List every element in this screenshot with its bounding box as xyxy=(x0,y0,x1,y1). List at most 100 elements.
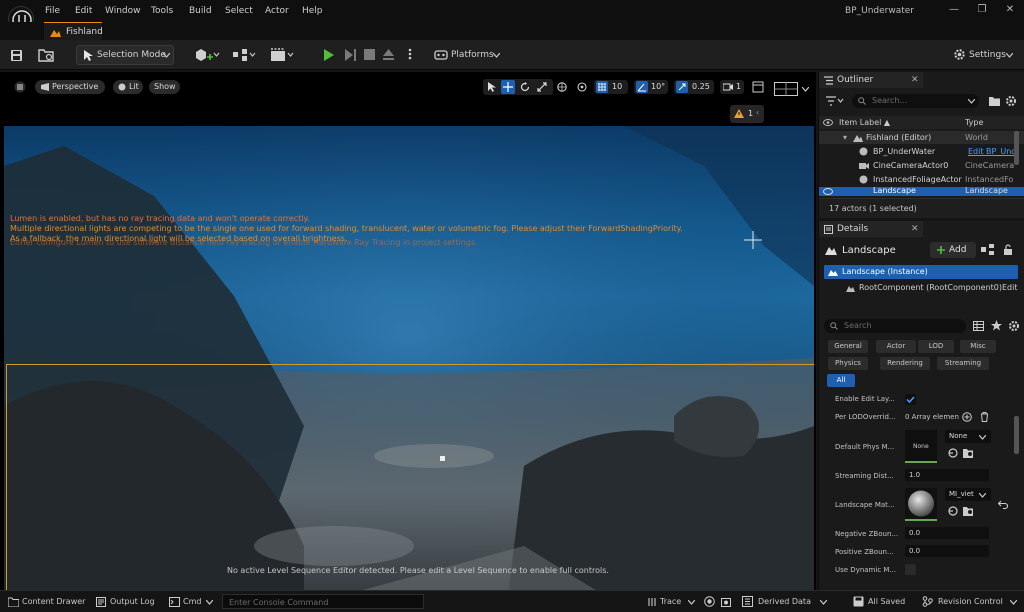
maximize-viewport-icon[interactable] xyxy=(752,81,764,93)
outliner-row-world[interactable]: ▾ Fishland (Editor) World xyxy=(819,131,1024,144)
filter-physics[interactable]: Physics xyxy=(828,357,868,370)
new-folder-icon[interactable] xyxy=(989,96,1000,106)
eject-icon[interactable] xyxy=(382,48,395,61)
more-options-icon[interactable] xyxy=(402,46,418,62)
play-icon[interactable] xyxy=(323,48,335,62)
menu-edit[interactable]: Edit xyxy=(75,6,92,16)
add-component-button[interactable]: Add xyxy=(930,242,976,258)
rotate-icon[interactable] xyxy=(520,82,530,92)
camera-speed-button[interactable]: 1 xyxy=(720,80,744,94)
details-settings-icon[interactable] xyxy=(1008,320,1020,332)
streaming-distance-input[interactable]: 1.0 xyxy=(905,469,989,481)
outliner-row-foliage[interactable]: InstancedFoliageActor InstancedFo xyxy=(819,173,1024,186)
outliner-row-bp-underwater[interactable]: BP_UnderWater Edit BP_Und xyxy=(819,145,1024,158)
menu-file[interactable]: File xyxy=(45,6,60,16)
column-type[interactable]: Type xyxy=(965,118,983,127)
use-selected-icon[interactable] xyxy=(948,448,958,458)
close-tab-icon[interactable]: ✕ xyxy=(911,224,919,234)
blueprint-icon[interactable] xyxy=(232,48,258,62)
filter-general[interactable]: General xyxy=(828,340,868,353)
surface-snap-icon[interactable] xyxy=(576,82,588,92)
show-button[interactable]: Show xyxy=(149,80,180,94)
root-component-row[interactable]: RootComponent (RootComponent0) Edit xyxy=(824,281,1018,295)
positive-z-bounds-input[interactable]: 0.0 xyxy=(905,545,989,557)
tab-fishland[interactable]: Fishland xyxy=(44,22,103,40)
viewport-menu-icon[interactable] xyxy=(14,81,26,93)
blueprint-convert-icon[interactable] xyxy=(981,244,995,255)
reset-to-default-icon[interactable] xyxy=(998,500,1008,509)
outliner-row-cinecamera[interactable]: CineCameraActor0 CineCamera xyxy=(819,159,1024,172)
column-item-label[interactable]: Item Label ▲ xyxy=(839,118,890,127)
filter-all[interactable]: All xyxy=(827,374,855,387)
outliner-settings-icon[interactable] xyxy=(1005,95,1017,107)
actor-name[interactable]: Landscape xyxy=(842,245,896,256)
root-edit-link[interactable]: Edit xyxy=(1002,283,1018,292)
menu-build[interactable]: Build xyxy=(189,6,212,16)
lit-button[interactable]: Lit xyxy=(113,80,143,94)
menu-tools[interactable]: Tools xyxy=(151,6,173,16)
trace-dropdown[interactable]: Trace xyxy=(660,597,681,606)
filter-misc[interactable]: Misc xyxy=(960,340,996,353)
perspective-button[interactable]: Perspective xyxy=(35,80,105,94)
grid-snap-toggle[interactable]: 10 xyxy=(594,80,628,94)
cmd-dropdown[interactable]: Cmd xyxy=(183,597,201,606)
property-matrix-icon[interactable] xyxy=(973,321,984,331)
add-actor-icon[interactable] xyxy=(194,48,220,62)
viewport-layout-icon[interactable] xyxy=(774,82,798,96)
browse-icon[interactable] xyxy=(963,448,974,458)
menu-window[interactable]: Window xyxy=(105,6,141,16)
filter-lod[interactable]: LOD xyxy=(918,340,954,353)
save-icon[interactable] xyxy=(10,49,23,62)
snapshot-icon[interactable] xyxy=(721,596,731,607)
filter-rendering[interactable]: Rendering xyxy=(880,357,930,370)
close-tab-icon[interactable]: ✕ xyxy=(911,75,919,85)
details-search-input[interactable]: Search xyxy=(824,319,966,333)
use-dynamic-material-checkbox[interactable] xyxy=(905,564,916,575)
outliner-scrollbar[interactable] xyxy=(1014,131,1019,165)
phys-material-thumbnail[interactable]: None xyxy=(905,430,937,463)
rotation-snap-toggle[interactable]: 10° xyxy=(634,80,668,94)
use-selected-icon[interactable] xyxy=(948,506,958,516)
content-browser-icon[interactable] xyxy=(38,48,54,62)
output-log-button[interactable]: Output Log xyxy=(110,597,155,606)
scale-icon[interactable] xyxy=(537,82,547,92)
underwater-scene[interactable]: Lumen is enabled, but has no ray tracing… xyxy=(4,126,814,590)
filter-streaming[interactable]: Streaming xyxy=(937,357,989,370)
tab-details[interactable]: Details ✕ xyxy=(819,221,923,237)
add-element-icon[interactable] xyxy=(962,412,972,422)
world-space-icon[interactable] xyxy=(557,82,567,92)
select-tool-icon[interactable] xyxy=(487,82,497,92)
restore-icon[interactable]: ❐ xyxy=(972,4,992,18)
translate-tool[interactable] xyxy=(501,80,515,94)
negative-z-bounds-input[interactable]: 0.0 xyxy=(905,527,989,539)
filter-actor[interactable]: Actor xyxy=(876,340,916,353)
warnings-button[interactable]: 1 ‹ xyxy=(730,105,764,123)
all-saved-button[interactable]: All Saved xyxy=(868,597,905,606)
level-viewport[interactable]: Perspective Lit Show 10 10° 0.25 1 1 ‹ L… xyxy=(0,72,816,590)
menu-select[interactable]: Select xyxy=(225,6,253,16)
tab-outliner[interactable]: Outliner ✕ xyxy=(819,72,923,88)
lock-icon[interactable] xyxy=(1003,244,1013,255)
stop-icon[interactable] xyxy=(364,49,375,60)
enable-edit-layers-checkbox[interactable] xyxy=(905,394,916,405)
landscape-material-thumbnail[interactable] xyxy=(905,488,937,521)
outliner-row-landscape-selected[interactable]: Landscape Landscape xyxy=(819,187,1024,196)
instance-row-selected[interactable]: Landscape (Instance) xyxy=(824,265,1018,279)
details-scrollbar[interactable] xyxy=(1014,416,1019,454)
platforms-button[interactable]: Platforms xyxy=(451,50,494,60)
minimize-icon[interactable]: — xyxy=(944,4,964,18)
settings-button[interactable]: Settings xyxy=(969,50,1006,60)
scale-snap-toggle[interactable]: 0.25 xyxy=(674,80,714,94)
close-window-icon[interactable]: ✕ xyxy=(1000,4,1020,18)
derived-data-button[interactable]: Derived Data xyxy=(758,597,811,606)
outliner-search-input[interactable]: Search... xyxy=(852,94,979,108)
selection-mode-dropdown[interactable]: Selection Mode xyxy=(76,45,174,65)
step-icon[interactable] xyxy=(344,48,357,62)
console-command-input[interactable]: Enter Console Command xyxy=(222,594,424,609)
filter-icon[interactable] xyxy=(826,96,844,106)
cinematics-icon[interactable] xyxy=(270,48,296,62)
menu-actor[interactable]: Actor xyxy=(265,6,289,16)
expand-arrow-icon[interactable]: ▾ xyxy=(843,133,847,142)
trash-icon[interactable] xyxy=(980,412,989,422)
favorite-star-icon[interactable] xyxy=(991,320,1002,331)
